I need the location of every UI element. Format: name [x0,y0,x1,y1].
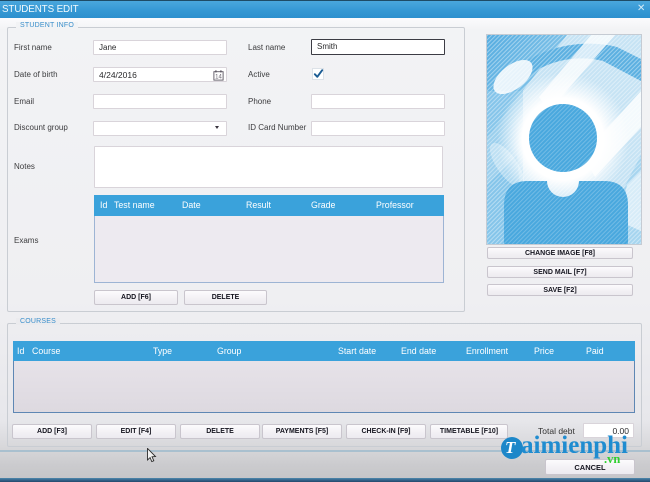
svg-text:14: 14 [215,75,222,81]
